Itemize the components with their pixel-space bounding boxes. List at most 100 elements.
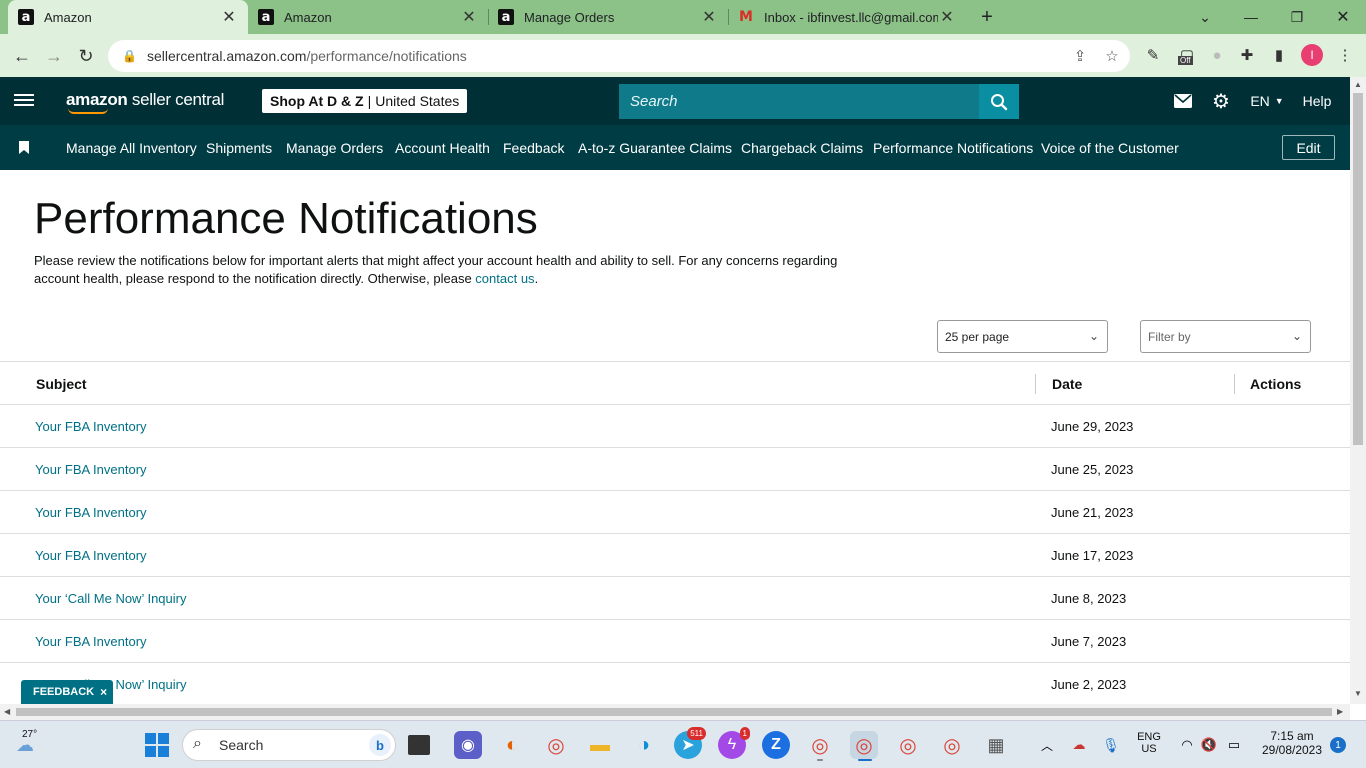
side-panel-icon[interactable]: ▮	[1266, 42, 1292, 68]
wifi-icon[interactable]: ◠	[1176, 731, 1198, 759]
edge-icon[interactable]: ◑	[630, 731, 658, 759]
scroll-right-arrow-icon[interactable]: ▶	[1337, 707, 1343, 716]
bookmark-icon[interactable]	[19, 141, 29, 154]
address-bar[interactable]: 🔒 sellercentral.amazon.com/performance/n…	[108, 40, 1130, 72]
microphone-icon[interactable]: 🎙	[1100, 731, 1122, 759]
browser-tab-2[interactable]: a Amazon ✕	[248, 0, 488, 34]
share-icon[interactable]: ⇪	[1066, 40, 1094, 72]
cloud-sync-icon[interactable]: ☁	[1068, 731, 1090, 759]
vertical-scroll-thumb[interactable]	[1353, 93, 1363, 445]
forward-button[interactable]: →	[40, 42, 68, 70]
browser-tab-3[interactable]: a Manage Orders ✕	[488, 0, 728, 34]
zoom-z-icon[interactable]: Z	[762, 731, 790, 759]
language-selector[interactable]: EN ▼	[1249, 89, 1285, 113]
chrome-profile-photo-icon[interactable]: ◎	[938, 731, 966, 759]
nav-shipments[interactable]: Shipments	[206, 125, 272, 170]
notification-subject-link[interactable]: Your FBA Inventory	[35, 405, 147, 447]
close-tab-icon[interactable]: ✕	[938, 7, 956, 27]
browser-tab-4[interactable]: M Inbox - ibfinvest.llc@gmail.com - ✕	[728, 0, 966, 34]
tray-overflow-chevron-icon[interactable]: ︿	[1036, 731, 1058, 759]
chrome-profile-d-icon[interactable]: ◎	[894, 731, 922, 759]
extension-off-icon[interactable]: Off▢	[1174, 42, 1200, 68]
nav-account-health[interactable]: Account Health	[395, 125, 490, 170]
horizontal-scroll-thumb[interactable]	[16, 708, 1332, 716]
hamburger-menu-icon[interactable]	[14, 91, 34, 111]
per-page-select[interactable]: 25 per page ⌄	[937, 320, 1108, 353]
new-tab-button[interactable]: +	[964, 0, 1010, 34]
volume-muted-icon[interactable]: 🔇	[1198, 731, 1220, 759]
nav-manage-orders[interactable]: Manage Orders	[286, 125, 383, 170]
browser-tab-1[interactable]: a Amazon ✕	[8, 0, 248, 34]
notification-subject-link[interactable]: Your FBA Inventory	[35, 448, 147, 490]
windows-start-icon[interactable]	[143, 731, 171, 759]
close-tab-icon[interactable]: ✕	[700, 7, 718, 27]
store-selector[interactable]: Shop At D & Z | United States	[262, 89, 468, 113]
task-view-icon[interactable]	[408, 735, 430, 755]
minimize-button[interactable]: —	[1228, 0, 1274, 34]
back-button[interactable]: ←	[8, 42, 36, 70]
nav-chargeback-claims[interactable]: Chargeback Claims	[741, 125, 863, 170]
nav-performance-notifications[interactable]: Performance Notifications	[873, 125, 1033, 170]
profile-avatar[interactable]: I	[1301, 44, 1323, 66]
notification-subject-link[interactable]: Your FBA Inventory	[35, 491, 147, 533]
chrome-profile-active-icon[interactable]: ◎	[850, 731, 878, 759]
extensions-puzzle-icon[interactable]: ✚	[1234, 42, 1260, 68]
column-header-subject[interactable]: Subject	[36, 362, 87, 405]
url-path: /performance/notifications	[306, 48, 467, 64]
notification-subject-link[interactable]: Your ‘Call Me Now’ Inquiry	[35, 577, 187, 619]
seller-central-logo[interactable]: amazon seller central	[66, 90, 224, 114]
help-link[interactable]: Help	[1301, 89, 1333, 113]
nav-voice-of-customer[interactable]: Voice of the Customer	[1041, 125, 1179, 170]
teams-chat-icon[interactable]: ◉	[454, 731, 482, 759]
calculator-icon[interactable]: ▦	[982, 731, 1010, 759]
bookmark-star-icon[interactable]: ☆	[1098, 40, 1126, 72]
taskbar-search-box[interactable]: ⌕ Search b	[182, 729, 396, 761]
close-window-button[interactable]: ✕	[1320, 0, 1366, 34]
messenger-icon[interactable]: ϟ 1	[718, 727, 750, 759]
filter-by-select[interactable]: Filter by ⌄	[1140, 320, 1311, 353]
feedback-button[interactable]: FEEDBACK ×	[21, 680, 113, 704]
telegram-icon[interactable]: ➤ 511	[674, 727, 706, 759]
store-name: Shop At D & Z	[270, 93, 364, 109]
chrome-icon[interactable]: ◎	[542, 731, 570, 759]
close-tab-icon[interactable]: ✕	[460, 7, 478, 27]
nav-a-to-z-claims[interactable]: A-to-z Guarantee Claims	[578, 125, 732, 170]
browser-menu-icon[interactable]: ⋮	[1332, 42, 1358, 68]
nav-feedback[interactable]: Feedback	[503, 125, 564, 170]
taskbar-search-label: Search	[219, 737, 264, 753]
bing-icon[interactable]: b	[369, 734, 391, 756]
battery-icon[interactable]: ▭	[1222, 731, 1246, 759]
input-language[interactable]: ENG US	[1134, 731, 1164, 755]
piggy-extension-icon[interactable]: ●	[1204, 42, 1230, 68]
column-header-date[interactable]: Date	[1052, 362, 1082, 405]
messages-mail-icon[interactable]	[1172, 89, 1194, 113]
file-explorer-icon[interactable]: ▬	[586, 731, 614, 759]
feedback-close-icon[interactable]: ×	[100, 685, 107, 699]
settings-gear-icon[interactable]: ⚙	[1209, 89, 1233, 113]
contact-us-link[interactable]: contact us	[475, 271, 534, 286]
edit-nav-button[interactable]: Edit	[1282, 135, 1335, 160]
table-row: Your ‘Call Me Now’ Inquiry June 2, 2023	[0, 663, 1350, 706]
notification-subject-link[interactable]: Your FBA Inventory	[35, 620, 147, 662]
eyedropper-extension-icon[interactable]: ✎	[1140, 42, 1166, 68]
reload-button[interactable]: ↻	[72, 42, 100, 70]
chrome-profile-icon[interactable]: ◎	[806, 731, 834, 759]
search-button[interactable]	[979, 84, 1019, 119]
scroll-down-arrow-icon[interactable]: ▼	[1354, 689, 1362, 698]
notification-subject-link[interactable]: Your FBA Inventory	[35, 534, 147, 576]
tab-title: Manage Orders	[524, 9, 615, 25]
clock[interactable]: 7:15 am 29/08/2023	[1256, 729, 1328, 757]
restore-button[interactable]: ❐	[1274, 0, 1320, 34]
tab-search-chevron-icon[interactable]: ⌄	[1182, 0, 1228, 34]
column-divider[interactable]	[1035, 374, 1036, 394]
scroll-left-arrow-icon[interactable]: ◀	[4, 707, 10, 716]
column-divider[interactable]	[1234, 374, 1235, 394]
notification-count-badge[interactable]: 1	[1330, 737, 1346, 753]
scroll-up-arrow-icon[interactable]: ▲	[1354, 80, 1362, 89]
nav-manage-all-inventory[interactable]: Manage All Inventory	[66, 125, 197, 170]
search-input[interactable]: Search	[619, 84, 979, 119]
vertical-scrollbar[interactable]: ▲ ▼	[1350, 77, 1366, 704]
close-tab-icon[interactable]: ✕	[220, 7, 238, 27]
firefox-icon[interactable]: ◐	[498, 731, 526, 759]
horizontal-scrollbar[interactable]: ◀ ▶	[0, 704, 1350, 720]
